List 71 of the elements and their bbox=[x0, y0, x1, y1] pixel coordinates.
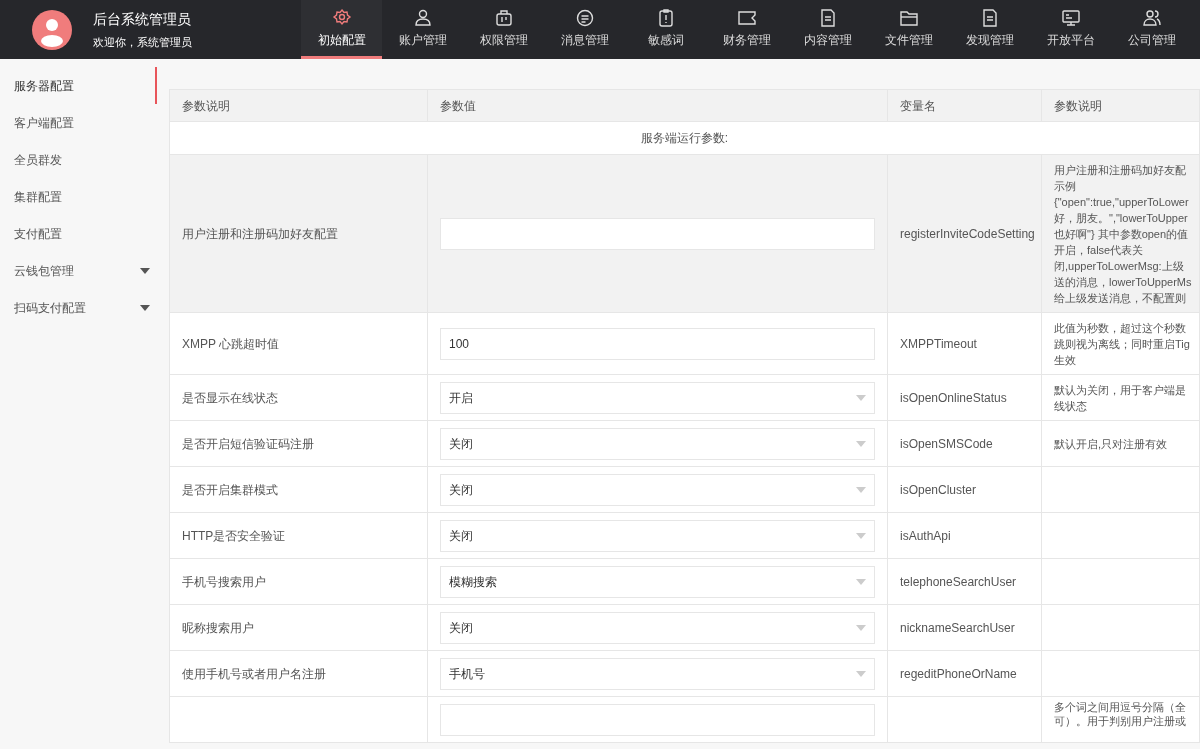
lock-icon bbox=[493, 7, 514, 28]
caret-icon bbox=[856, 624, 866, 631]
parameter-description: 默认开启,只对注册有效 bbox=[1054, 436, 1169, 452]
parameter-description: 用户注册和注册码加好友配 示例 {"open":true,"upperToLower 好，朋友。","lowerToUpper 也好啊"} 其中参数open的值 开启，false代表关 闭,upperToLowerMsg:上级 送的消息，lowerToUpperMs 给上级发送消息，不配置则 bbox=[1054, 162, 1193, 306]
select-field[interactable]: 关闭 bbox=[440, 473, 875, 506]
variable-name: registerInviteCodeSetting bbox=[900, 226, 1035, 241]
caret-icon bbox=[856, 440, 866, 447]
variable-name: isOpenSMSCode bbox=[900, 436, 993, 451]
nav-tab[interactable]: 公司管理 bbox=[1111, 0, 1192, 59]
nav-tab[interactable]: 发现管理 bbox=[949, 0, 1030, 59]
select-field[interactable]: 手机号 bbox=[440, 657, 875, 690]
section-title: 服务端运行参数: bbox=[640, 131, 729, 145]
column-header: 参数说明 bbox=[1054, 98, 1102, 113]
caret-icon bbox=[856, 394, 866, 401]
input-field[interactable] bbox=[440, 703, 875, 736]
user-icon bbox=[412, 7, 433, 28]
parameter-label: 昵称搜索用户 bbox=[182, 620, 254, 635]
avatar bbox=[32, 9, 72, 50]
column-header: 变量名 bbox=[900, 98, 936, 113]
variable-name: isOpenOnlineStatus bbox=[900, 390, 1007, 405]
column-header: 参数值 bbox=[440, 98, 476, 113]
users-icon bbox=[1141, 7, 1162, 28]
nav-tab[interactable]: 账户管理 bbox=[382, 0, 463, 59]
admin-title: 后台系统管理员 bbox=[93, 9, 192, 29]
select-field[interactable]: 关闭 bbox=[440, 427, 875, 460]
parameter-label: 用户注册和注册码加好友配置 bbox=[182, 226, 338, 241]
parameter-label: 手机号搜索用户 bbox=[182, 574, 266, 589]
nav-tab[interactable]: 文件管理 bbox=[868, 0, 949, 59]
select-field[interactable]: 模糊搜索 bbox=[440, 565, 875, 598]
sidebar-item[interactable]: 扫码支付配置 bbox=[0, 289, 157, 326]
parameter-label: XMPP 心跳超时值 bbox=[182, 336, 280, 351]
parameter-description: 默认为关闭，用于客户端是 线状态 bbox=[1054, 382, 1187, 414]
variable-name: isOpenCluster bbox=[900, 482, 977, 497]
welcome-text: 欢迎你，系统管理员 bbox=[93, 34, 193, 50]
caret-icon bbox=[856, 486, 866, 493]
variable-name: nicknameSearchUser bbox=[900, 620, 1015, 635]
caret-icon bbox=[856, 670, 866, 677]
monitor-icon bbox=[1060, 7, 1081, 28]
nav-tab[interactable]: 初始配置 bbox=[301, 0, 382, 59]
parameter-label: 是否开启集群模式 bbox=[182, 482, 278, 497]
variable-name: telephoneSearchUser bbox=[900, 574, 1017, 589]
nav-tab[interactable]: 开放平台 bbox=[1030, 0, 1111, 59]
select-field[interactable]: 开启 bbox=[440, 381, 875, 414]
sidebar-item[interactable]: 全员群发 bbox=[0, 141, 157, 178]
variable-name: isAuthApi bbox=[900, 528, 951, 543]
nav-tab[interactable]: 消息管理 bbox=[544, 0, 625, 59]
caret-icon bbox=[856, 532, 866, 539]
sidebar-item[interactable]: 服务器配置 bbox=[0, 67, 157, 104]
sidebar-item[interactable]: 云钱包管理 bbox=[0, 252, 157, 289]
input-field[interactable]: 100 bbox=[440, 327, 875, 360]
parameter-label: HTTP是否安全验证 bbox=[182, 528, 286, 543]
nav-tab[interactable]: 内容管理 bbox=[787, 0, 868, 59]
nav-tab[interactable]: 敏感词 bbox=[625, 0, 706, 59]
input-field[interactable] bbox=[440, 217, 875, 250]
select-field[interactable]: 关闭 bbox=[440, 611, 875, 644]
parameter-label: 使用手机号或者用户名注册 bbox=[182, 666, 326, 681]
caret-icon bbox=[856, 578, 866, 585]
nav-tab[interactable]: 财务管理 bbox=[706, 0, 787, 59]
sidebar-item[interactable]: 客户端配置 bbox=[0, 104, 157, 141]
nav-tab[interactable]: 权限管理 bbox=[463, 0, 544, 59]
select-field[interactable]: 关闭 bbox=[440, 519, 875, 552]
sidebar-item[interactable]: 集群配置 bbox=[0, 178, 157, 215]
column-header: 参数说明 bbox=[182, 98, 230, 113]
variable-name: XMPPTimeout bbox=[900, 336, 977, 351]
variable-name: regeditPhoneOrName bbox=[900, 666, 1017, 681]
sidebar-item[interactable]: 支付配置 bbox=[0, 215, 157, 252]
chat-icon bbox=[574, 7, 595, 28]
parameter-description: 多个词之间用逗号分隔（全 可）。用于判别用户注册或 bbox=[1054, 700, 1187, 728]
parameter-description: 此值为秒数，超过这个秒数 跳则视为离线；同时重启Tig 生效 bbox=[1054, 320, 1191, 368]
parameter-label: 是否开启短信验证码注册 bbox=[182, 436, 314, 451]
parameter-label: 是否显示在线状态 bbox=[182, 390, 278, 405]
